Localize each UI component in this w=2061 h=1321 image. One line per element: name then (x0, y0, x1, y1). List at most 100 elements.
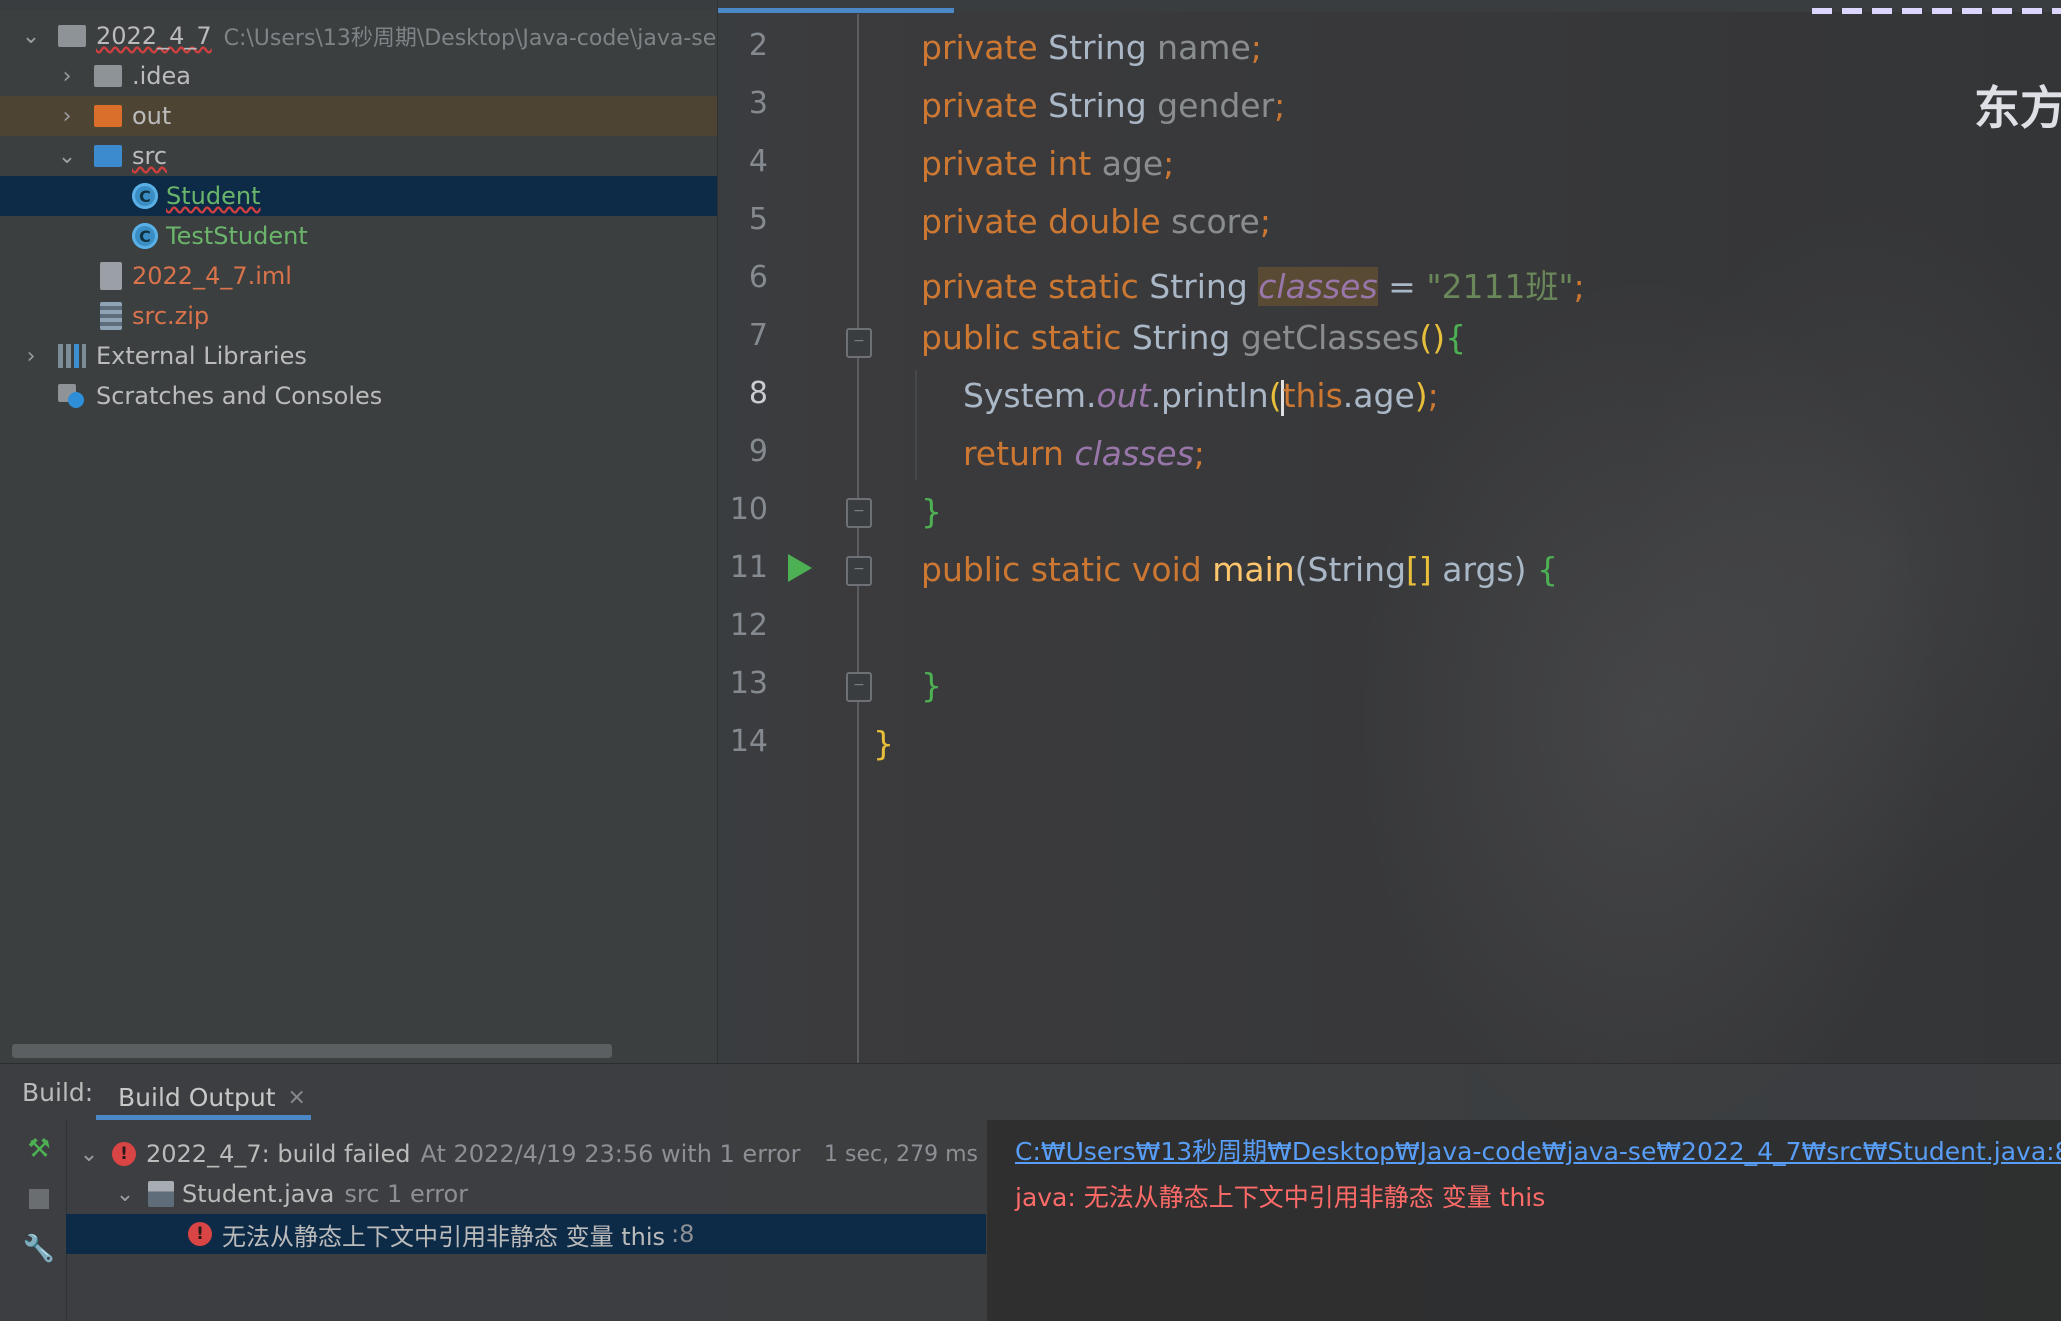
code-editor[interactable]: − − − − 2 private String name; 3 private St… (718, 0, 2061, 1063)
build-panel: Build: Build Output × ⚒ 🔧 ⌄ ! 2022_4_7: … (0, 1063, 2061, 1321)
code-token: } (873, 724, 894, 763)
code-token: private (921, 28, 1049, 67)
line-number: 8 (748, 376, 768, 411)
code-token: void (1131, 550, 1213, 589)
build-file-name: Student.java (182, 1180, 335, 1208)
error-icon: ! (188, 1222, 212, 1246)
fold-marker-icon[interactable]: − (846, 556, 872, 586)
code-token: ( (1294, 550, 1308, 589)
tree-item-scratches[interactable]: Scratches and Consoles (0, 376, 717, 416)
code-token: ; (1274, 86, 1286, 125)
tree-item-idea[interactable]: › .idea (0, 56, 717, 96)
code-line: private String gender; (921, 86, 2061, 125)
error-location-link[interactable]: C:₩Users₩13秒周期₩Desktop₩Java-code₩java-se… (1015, 1132, 2061, 1168)
line-number: 10 (729, 492, 768, 527)
chevron-down-icon[interactable]: ⌄ (54, 143, 80, 169)
project-panel: ⌄ 2022_4_7 C:\Users\13秒周期\Desktop\Java-c… (0, 0, 718, 1063)
error-output-text: java: 无法从静态上下文中引用非静态 变量 this (1015, 1183, 1546, 1212)
tree-item-module[interactable]: ⌄ 2022_4_7 C:\Users\13秒周期\Desktop\Java-c… (0, 16, 717, 56)
stop-icon[interactable] (24, 1184, 54, 1214)
code-token: "2111班" (1426, 267, 1574, 306)
build-error-row[interactable]: ! 无法从静态上下文中引用非静态 变量 this :8 (66, 1214, 986, 1254)
code-token: ) (1414, 376, 1428, 415)
code-token: String (1131, 318, 1241, 357)
code-token: this (1282, 376, 1343, 415)
code-token: ; (1259, 202, 1271, 241)
close-icon[interactable]: × (288, 1085, 306, 1110)
line-number: 6 (748, 260, 768, 295)
line-number: 3 (748, 86, 768, 121)
project-panel-header (0, 0, 717, 10)
code-token: classes (1258, 267, 1378, 306)
code-token: getClasses (1240, 318, 1420, 357)
code-token: public (921, 550, 1031, 589)
hammer-icon[interactable]: ⚒ (24, 1134, 54, 1164)
code-token: score (1171, 202, 1260, 241)
code-token: = (1377, 267, 1427, 306)
build-result-name: 2022_4_7: build failed (146, 1140, 411, 1168)
tree-item-iml[interactable]: 2022_4_7.iml (0, 256, 717, 296)
code-token: private (921, 267, 1049, 306)
tree-item-src[interactable]: ⌄ src (0, 136, 717, 176)
code-line: private String name; (921, 28, 2061, 67)
code-token: { (1445, 318, 1467, 357)
fold-marker-icon[interactable]: − (846, 498, 872, 528)
code-token: ; (1193, 434, 1205, 473)
code-token: gender (1157, 86, 1275, 125)
line-number: 11 (729, 550, 768, 585)
chevron-right-icon[interactable]: › (54, 63, 80, 89)
tree-item-label: out (132, 102, 172, 130)
tree-item-out[interactable]: › out (0, 96, 717, 136)
indent-guide (915, 370, 917, 480)
chevron-down-icon[interactable]: ⌄ (76, 1141, 102, 1167)
chevron-right-icon[interactable]: › (18, 343, 44, 369)
build-file-row[interactable]: ⌄ Student.java src 1 error (66, 1174, 986, 1214)
code-token: [] (1406, 550, 1432, 589)
code-token: () (1419, 318, 1446, 357)
tree-item-student[interactable]: C Student (0, 176, 717, 216)
build-header: Build: Build Output × (0, 1064, 2061, 1120)
code-token: String (1307, 550, 1407, 589)
code-token: name (1157, 28, 1251, 67)
tree-item-label: External Libraries (96, 342, 307, 370)
chevron-right-icon[interactable]: › (54, 103, 80, 129)
code-line: private int age; (921, 144, 2061, 183)
decorative-dash (1812, 8, 2061, 14)
tree-item-teststudent[interactable]: C TestStudent (0, 216, 717, 256)
horizontal-scrollbar[interactable] (12, 1044, 612, 1058)
module-name: 2022_4_7 (96, 22, 212, 50)
code-token: age (1101, 144, 1164, 183)
tab-build-output[interactable]: Build Output × (96, 1074, 328, 1120)
build-error-line: :8 (671, 1220, 695, 1248)
wrench-icon[interactable]: 🔧 (23, 1234, 55, 1264)
code-token: ; (1427, 376, 1439, 415)
code-line: } (921, 492, 2061, 531)
build-label: Build: (22, 1078, 94, 1107)
code-token: static (1048, 267, 1150, 306)
tree-item-label: Scratches and Consoles (96, 382, 383, 410)
code-token: static (1030, 550, 1132, 589)
code-token: double (1048, 202, 1172, 241)
code-token: String (1149, 267, 1259, 306)
run-gutter-icon[interactable] (788, 554, 812, 582)
build-result-row[interactable]: ⌄ ! 2022_4_7: build failed At 2022/4/19 … (66, 1134, 986, 1174)
java-file-icon (148, 1181, 174, 1207)
code-line: private static String classes = "2111班"; (921, 260, 2061, 308)
class-icon: C (132, 183, 158, 209)
code-token: public (921, 318, 1031, 357)
tree-item-external-libraries[interactable]: › External Libraries (0, 336, 717, 376)
chevron-down-icon[interactable]: ⌄ (18, 23, 44, 49)
code-token: args (1431, 550, 1514, 589)
code-line: System.out.println(this.age); (921, 376, 2061, 416)
fold-marker-icon[interactable]: − (846, 672, 872, 702)
active-tab-indicator (718, 8, 954, 13)
code-line: private double score; (921, 202, 2061, 241)
code-line: public static void main(String[] args) { (921, 550, 2061, 589)
build-result-detail: At 2022/4/19 23:56 with 1 error (420, 1140, 801, 1168)
gutter-separator (857, 14, 859, 1063)
tree-item-zip[interactable]: src.zip (0, 296, 717, 336)
code-token: ; (1250, 28, 1262, 67)
tree-item-label: .idea (132, 62, 192, 90)
chevron-down-icon[interactable]: ⌄ (112, 1181, 138, 1207)
fold-marker-icon[interactable]: − (846, 328, 872, 358)
